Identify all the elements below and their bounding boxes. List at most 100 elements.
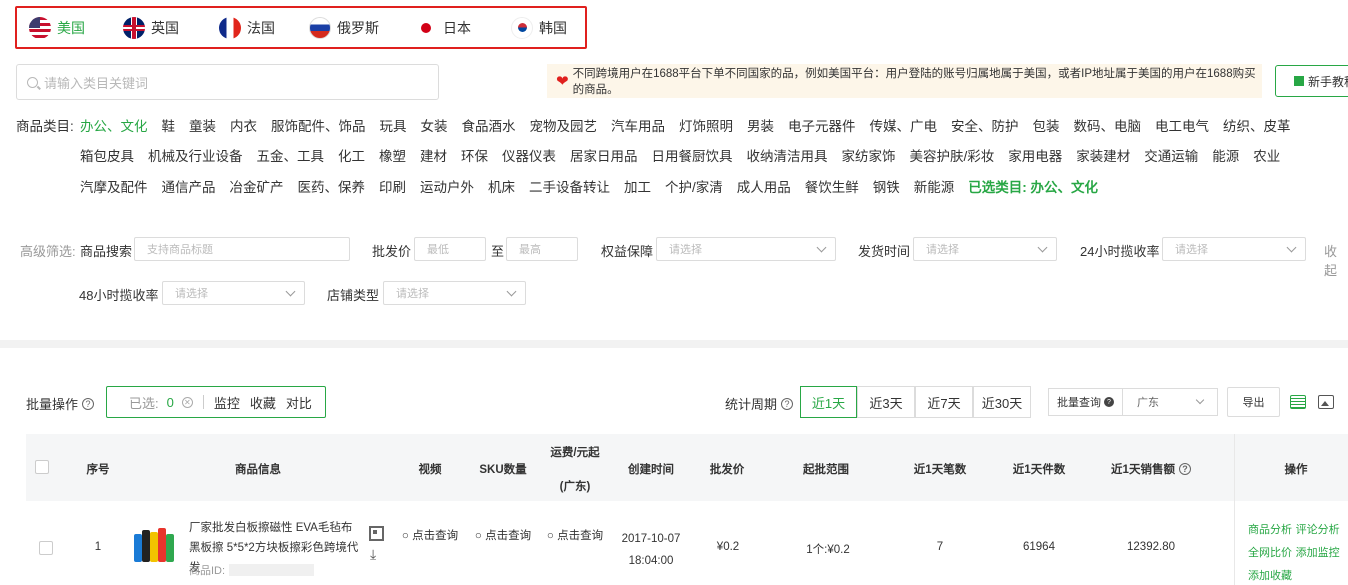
- ship-time-select[interactable]: 请选择: [913, 237, 1057, 261]
- rate24-select[interactable]: 请选择: [1162, 237, 1306, 261]
- category-item[interactable]: 办公、文化: [80, 115, 148, 135]
- category-item[interactable]: 电工电气: [1155, 115, 1209, 135]
- period-30d-button[interactable]: 近30天: [973, 386, 1031, 418]
- category-item[interactable]: 冶金矿产: [230, 176, 284, 196]
- max-price-input[interactable]: 最高: [506, 237, 578, 261]
- category-item[interactable]: 食品酒水: [462, 115, 516, 135]
- category-item[interactable]: 印刷: [379, 176, 406, 196]
- period-7d-button[interactable]: 近7天: [915, 386, 973, 418]
- image-view-icon[interactable]: [1318, 395, 1334, 409]
- category-item[interactable]: 二手设备转让: [529, 176, 610, 196]
- select-all-checkbox[interactable]: [35, 460, 49, 474]
- product-thumbnail[interactable]: [132, 526, 178, 566]
- category-item[interactable]: 美容护肤/彩妆: [910, 145, 995, 165]
- category-item[interactable]: 家装建材: [1076, 145, 1130, 165]
- collapse-link[interactable]: 收起: [1324, 241, 1348, 279]
- category-item[interactable]: 家用电器: [1008, 145, 1062, 165]
- category-item[interactable]: 运动户外: [420, 176, 474, 196]
- category-item[interactable]: 宠物及园艺: [530, 115, 598, 135]
- freight-query-link[interactable]: ○ 点击查询: [545, 526, 605, 546]
- review-analysis-link[interactable]: 评论分析: [1296, 524, 1340, 536]
- add-monitor-link[interactable]: 添加监控: [1296, 547, 1340, 559]
- category-item[interactable]: 内衣: [230, 115, 257, 135]
- category-item[interactable]: 能源: [1212, 145, 1239, 165]
- product-search-label: 商品搜索: [80, 244, 133, 259]
- country-tab-japan[interactable]: 日本: [409, 14, 505, 42]
- product-title-input[interactable]: 支持商品标题: [134, 237, 350, 261]
- category-item[interactable]: 个护/家清: [665, 176, 723, 196]
- category-item[interactable]: 通信产品: [162, 176, 216, 196]
- category-item[interactable]: 化工: [338, 145, 365, 165]
- category-item[interactable]: 童装: [189, 115, 216, 135]
- category-item[interactable]: 建材: [420, 145, 447, 165]
- search-icon: [27, 76, 38, 88]
- country-tab-uk[interactable]: 英国: [117, 14, 213, 42]
- category-item[interactable]: 仪器仪表: [502, 145, 556, 165]
- help-icon[interactable]: ?: [781, 397, 794, 410]
- category-item[interactable]: 服饰配件、饰品: [271, 115, 366, 135]
- shop-type-select[interactable]: 请选择: [383, 281, 526, 305]
- category-item[interactable]: 加工: [624, 176, 651, 196]
- category-search-input[interactable]: 请输入类目关键词: [16, 64, 439, 100]
- chevron-down-icon: [506, 286, 517, 297]
- category-item[interactable]: 家纺家饰: [842, 145, 896, 165]
- category-item[interactable]: 男装: [747, 115, 774, 135]
- category-item[interactable]: 包装: [1033, 115, 1060, 135]
- help-icon[interactable]: ?: [1178, 463, 1191, 475]
- bulk-query-button[interactable]: 批量查询?: [1049, 389, 1123, 415]
- category-item[interactable]: 箱包皮具: [80, 145, 134, 165]
- category-item[interactable]: 新能源: [914, 176, 955, 196]
- price-compare-link[interactable]: 全网比价: [1248, 547, 1292, 559]
- category-item[interactable]: 传媒、广电: [870, 115, 938, 135]
- category-item[interactable]: 机床: [488, 176, 515, 196]
- list-view-icon[interactable]: [1290, 395, 1306, 409]
- category-item[interactable]: 日用餐厨饮具: [652, 145, 733, 165]
- period-1d-button[interactable]: 近1天: [800, 386, 857, 418]
- category-item[interactable]: 环保: [461, 145, 488, 165]
- row-checkbox[interactable]: [39, 541, 53, 555]
- category-item[interactable]: 女装: [421, 115, 448, 135]
- category-item[interactable]: 鞋: [162, 115, 176, 135]
- country-tab-russia[interactable]: 俄罗斯: [303, 14, 409, 42]
- province-select[interactable]: 广东: [1123, 389, 1217, 415]
- category-item[interactable]: 纺织、皮革: [1223, 115, 1291, 135]
- sku-query-link[interactable]: ○ 点击查询: [473, 526, 533, 546]
- monitor-button[interactable]: 监控: [214, 393, 240, 412]
- category-item[interactable]: 五金、工具: [257, 145, 325, 165]
- help-icon[interactable]: ?: [82, 397, 95, 410]
- min-price-input[interactable]: 最低: [414, 237, 486, 261]
- qr-code-icon[interactable]: [369, 526, 384, 541]
- category-item[interactable]: 汽摩及配件: [80, 176, 148, 196]
- category-item[interactable]: 数码、电脑: [1074, 115, 1142, 135]
- country-tab-korea[interactable]: 韩国: [505, 14, 585, 42]
- category-item[interactable]: 农业: [1253, 145, 1280, 165]
- category-item[interactable]: 机械及行业设备: [148, 145, 243, 165]
- period-3d-button[interactable]: 近3天: [857, 386, 915, 418]
- category-item[interactable]: 成人用品: [737, 176, 791, 196]
- rate48-select[interactable]: 请选择: [162, 281, 305, 305]
- add-favorite-link[interactable]: 添加收藏: [1248, 570, 1292, 582]
- export-button[interactable]: 导出: [1227, 387, 1280, 417]
- category-item[interactable]: 钢铁: [873, 176, 900, 196]
- rights-select[interactable]: 请选择: [656, 237, 836, 261]
- country-tab-us[interactable]: 美国: [23, 13, 117, 42]
- category-item[interactable]: 电子元器件: [788, 115, 856, 135]
- category-item[interactable]: 汽车用品: [611, 115, 665, 135]
- tutorial-button[interactable]: 新手教程: [1275, 65, 1348, 97]
- category-item[interactable]: 安全、防护: [951, 115, 1019, 135]
- category-item[interactable]: 餐饮生鲜: [805, 176, 859, 196]
- category-item[interactable]: 居家日用品: [570, 145, 638, 165]
- download-icon[interactable]: ⤓: [370, 546, 376, 563]
- country-tab-france[interactable]: 法国: [213, 14, 303, 42]
- category-item[interactable]: 灯饰照明: [679, 115, 733, 135]
- product-analysis-link[interactable]: 商品分析: [1248, 524, 1292, 536]
- category-item[interactable]: 收纳清洁用具: [747, 145, 828, 165]
- category-item[interactable]: 橡塑: [379, 145, 406, 165]
- video-query-link[interactable]: ○ 点击查询: [400, 526, 460, 546]
- category-item[interactable]: 玩具: [380, 115, 407, 135]
- favorite-button[interactable]: 收藏: [250, 393, 276, 412]
- compare-button[interactable]: 对比: [286, 393, 312, 412]
- category-item[interactable]: 医药、保养: [298, 176, 366, 196]
- clear-selection-icon[interactable]: ✕: [181, 396, 193, 408]
- category-item[interactable]: 交通运输: [1144, 145, 1198, 165]
